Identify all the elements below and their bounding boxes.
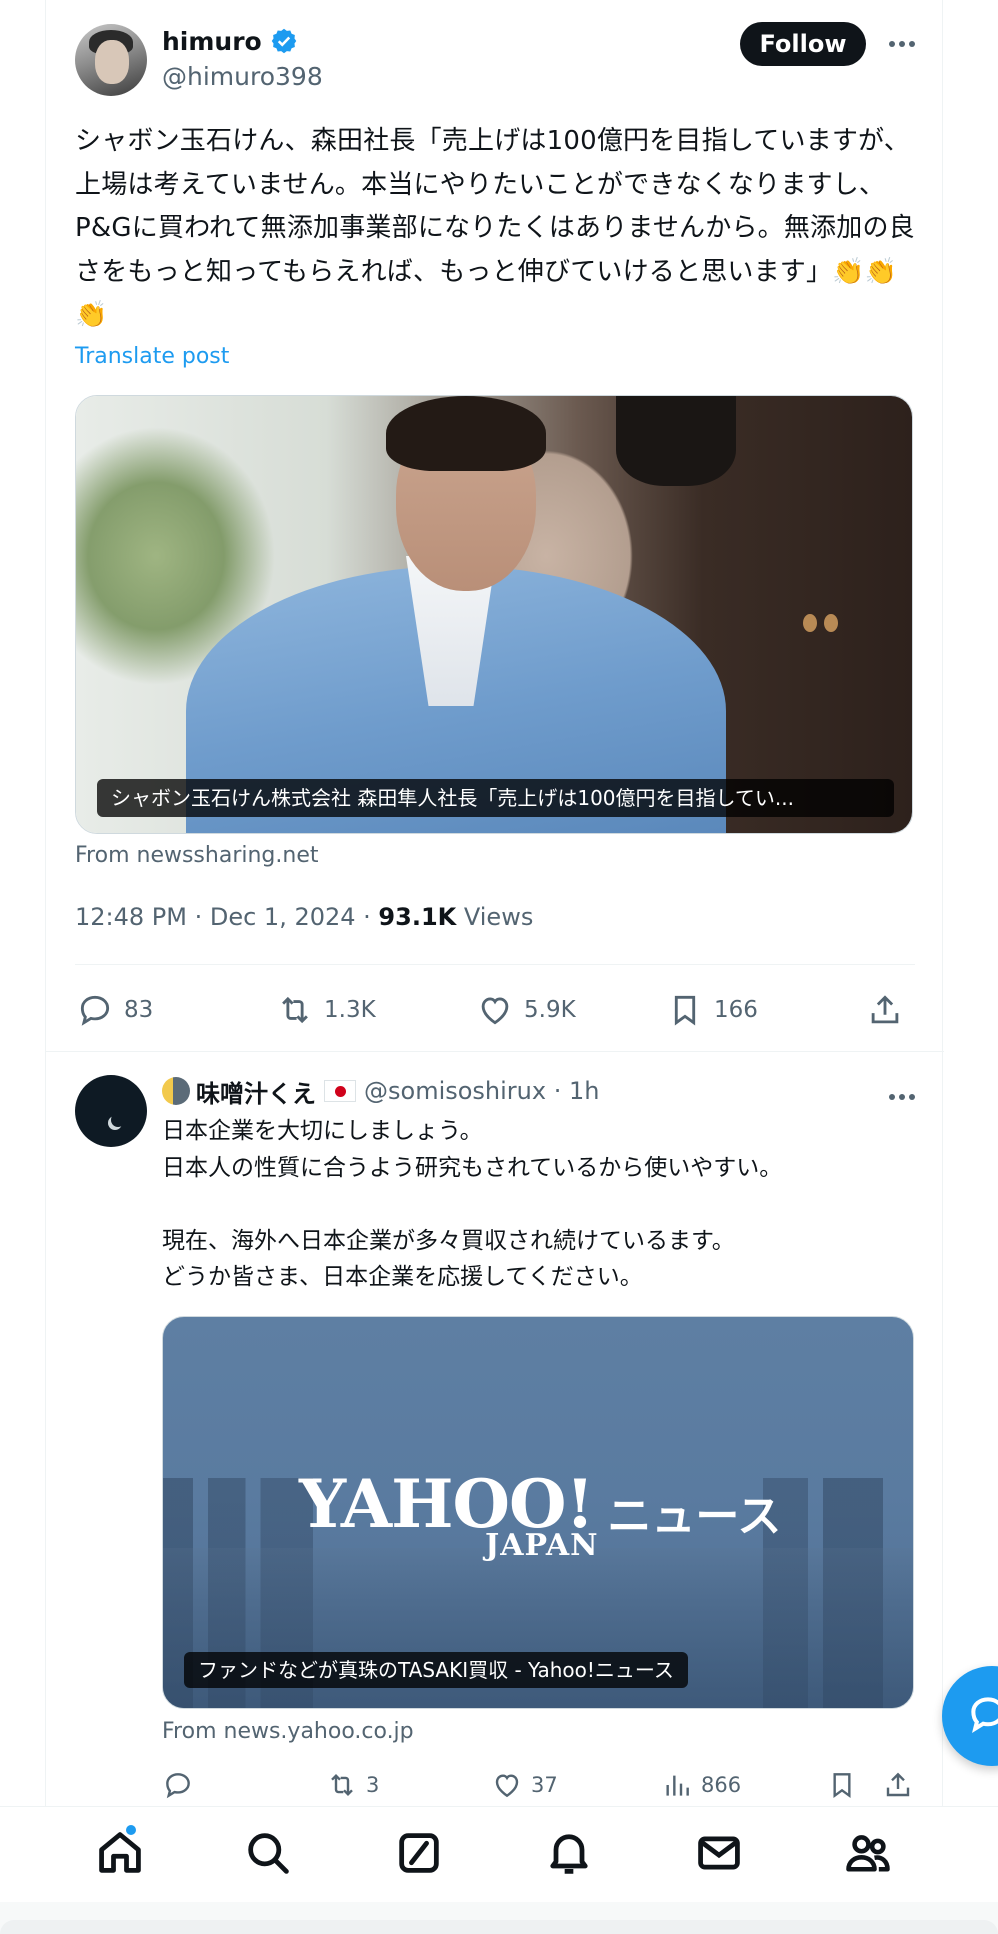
main-tweet: himuro @himuro398 Follow シャボン玉石けん、森田社長「売… bbox=[46, 0, 944, 1052]
bookmark-icon bbox=[674, 995, 696, 1026]
reply-text-line bbox=[162, 1186, 922, 1223]
views-chart-icon bbox=[666, 1775, 689, 1796]
divider bbox=[75, 964, 915, 965]
views-count[interactable]: 93.1K bbox=[378, 903, 456, 931]
reply-repost-count: 3 bbox=[366, 1773, 380, 1797]
nav-communities[interactable] bbox=[842, 1827, 894, 1879]
avatar-face bbox=[95, 40, 129, 84]
reply-button[interactable]: 83 bbox=[76, 985, 153, 1035]
reply-views-button[interactable]: 866 bbox=[661, 1765, 741, 1805]
like-count: 5.9K bbox=[524, 997, 576, 1023]
verified-badge-icon bbox=[271, 28, 296, 54]
author-handle[interactable]: @himuro398 bbox=[162, 62, 323, 91]
reply-handle-time[interactable]: @somisoshirux · 1h bbox=[364, 1077, 599, 1105]
yahoo-wordmark: YAHOO! bbox=[299, 1465, 594, 1543]
repost-button[interactable]: 1.3K bbox=[276, 985, 376, 1035]
home-notification-dot bbox=[124, 1823, 138, 1837]
reply-header: 味噌汁くえ @somisoshirux · 1h bbox=[162, 1074, 599, 1109]
author-name-row[interactable]: himuro bbox=[162, 26, 298, 56]
bell-icon bbox=[550, 1834, 588, 1874]
reply-reply-button[interactable] bbox=[162, 1765, 202, 1805]
share-icon bbox=[886, 1772, 910, 1797]
tweet-timestamp[interactable]: 12:48 PM · Dec 1, 2024 · bbox=[75, 903, 378, 931]
heart-icon bbox=[495, 1774, 519, 1798]
nav-search[interactable] bbox=[242, 1827, 294, 1879]
nav-notifications[interactable] bbox=[543, 1827, 595, 1879]
link-card-image[interactable]: シャボン玉石けん株式会社 森田隼人社長「売上げは100億円を目指してい... bbox=[75, 395, 913, 834]
follow-button[interactable]: Follow bbox=[740, 22, 866, 66]
reply-share-button[interactable] bbox=[882, 1765, 922, 1805]
news-wordmark: ニュース bbox=[607, 1491, 782, 1542]
home-icon bbox=[99, 1832, 141, 1873]
tweet-metadata: 12:48 PM · Dec 1, 2024 · 93.1K Views bbox=[75, 903, 533, 931]
grok-icon bbox=[399, 1833, 439, 1873]
chat-bubble-icon bbox=[971, 1697, 998, 1733]
moon-emoji-icon bbox=[162, 1077, 190, 1105]
reply-text-line: 現在、海外へ日本企業が多々買収され続けているます。 bbox=[162, 1227, 735, 1254]
nav-home[interactable] bbox=[94, 1823, 146, 1879]
avatar[interactable] bbox=[75, 24, 147, 96]
repost-count: 1.3K bbox=[324, 997, 376, 1023]
sheet-handle-area bbox=[0, 1920, 998, 1934]
reply-avatar[interactable] bbox=[75, 1075, 147, 1147]
reply-bookmark-button[interactable] bbox=[826, 1765, 866, 1805]
card-caption: シャボン玉石けん株式会社 森田隼人社長「売上げは100億円を目指してい... bbox=[97, 779, 894, 817]
nav-grok[interactable] bbox=[393, 1827, 445, 1879]
card-cabinet-knob bbox=[824, 614, 838, 632]
timeline-column: himuro @himuro398 Follow シャボン玉石けん、森田社長「売… bbox=[45, 0, 944, 1934]
reply-icon bbox=[166, 1773, 190, 1799]
bookmark-count: 166 bbox=[714, 997, 758, 1023]
reply-views-count: 866 bbox=[701, 1773, 742, 1797]
reply-card-source[interactable]: From news.yahoo.co.jp bbox=[162, 1719, 414, 1744]
like-button[interactable]: 5.9K bbox=[476, 985, 576, 1035]
nav-messages[interactable] bbox=[693, 1827, 745, 1879]
repost-icon bbox=[282, 996, 308, 1024]
reply-link-card[interactable]: YAHOO! JAPAN ニュース ファンドなどが真珠のTASAKI買収 - Y… bbox=[162, 1316, 914, 1709]
compose-reply-fab[interactable] bbox=[942, 1666, 998, 1766]
communities-icon bbox=[846, 1835, 890, 1872]
more-options-icon[interactable] bbox=[884, 30, 920, 58]
reply-text-line: どうか皆さま、日本企業を応援してください。 bbox=[162, 1264, 643, 1290]
bookmark-icon bbox=[833, 1773, 851, 1799]
envelope-icon bbox=[698, 1836, 740, 1870]
views-label: Views bbox=[456, 903, 534, 931]
reply-action-bar: 3 37 866 bbox=[46, 1765, 944, 1805]
reply-count: 83 bbox=[124, 997, 154, 1023]
display-name[interactable]: himuro bbox=[162, 27, 262, 56]
reply-text-line: 日本人の性質に合うよう研究もされているから使いやすい。 bbox=[162, 1154, 783, 1181]
reply-text-line: 日本企業を大切にしましょう。 bbox=[162, 1118, 483, 1144]
translate-post-link[interactable]: Translate post bbox=[75, 344, 229, 369]
reply-tweet[interactable]: 味噌汁くえ @somisoshirux · 1h 日本企業を大切にしましょう。 … bbox=[46, 1053, 944, 1803]
reply-icon bbox=[80, 995, 110, 1026]
tweet-action-bar: 83 1.3K 5.9K 166 bbox=[46, 985, 944, 1035]
reply-display-name[interactable]: 味噌汁くえ bbox=[196, 1074, 316, 1109]
card-vase bbox=[616, 396, 736, 486]
yahoo-japan-logo: YAHOO! JAPAN ニュース bbox=[299, 1465, 782, 1563]
japan-flag-icon bbox=[324, 1080, 356, 1102]
bottom-navigation bbox=[0, 1806, 998, 1902]
card-cabinet-knob bbox=[803, 614, 817, 632]
japan-wordmark: JAPAN bbox=[485, 1528, 599, 1563]
tweet-text: シャボン玉石けん、森田社長「売上げは100億円を目指していますが、上場は考えてい… bbox=[75, 126, 915, 330]
reply-text: 日本企業を大切にしましょう。 日本人の性質に合うよう研究もされているから使いやす… bbox=[162, 1113, 922, 1296]
reply-more-options-icon[interactable] bbox=[884, 1083, 920, 1111]
card-source[interactable]: From newssharing.net bbox=[75, 843, 318, 868]
reply-repost-button[interactable]: 3 bbox=[326, 1765, 379, 1805]
reply-like-button[interactable]: 37 bbox=[491, 1765, 558, 1805]
avatar-moon bbox=[111, 1113, 125, 1127]
repost-icon bbox=[331, 1773, 353, 1797]
share-button[interactable] bbox=[866, 985, 914, 1035]
search-icon bbox=[248, 1833, 289, 1874]
card-person-hair bbox=[386, 396, 546, 471]
heart-icon bbox=[481, 997, 509, 1025]
reply-card-caption: ファンドなどが真珠のTASAKI買収 - Yahoo!ニュース bbox=[184, 1652, 688, 1688]
share-icon bbox=[871, 995, 899, 1024]
bookmark-button[interactable]: 166 bbox=[666, 985, 758, 1035]
bottom-sheet-edge bbox=[0, 1902, 998, 1934]
reply-like-count: 37 bbox=[531, 1773, 558, 1797]
